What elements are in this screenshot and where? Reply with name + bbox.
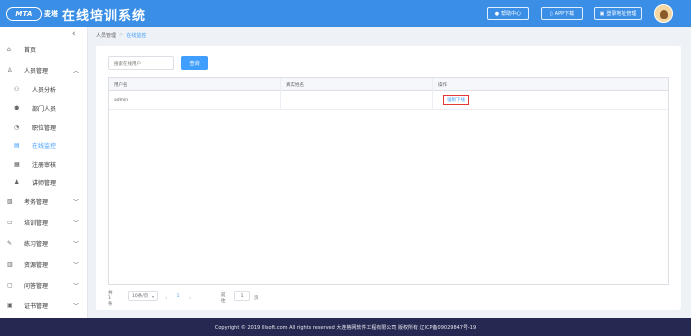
login-address-button[interactable]: ▣ 登录地址管理	[594, 7, 642, 20]
sidebar-item-label: 证书管理	[24, 303, 49, 310]
chevron-down-icon: ﹀	[73, 220, 80, 227]
help-center-button[interactable]: ● 帮助中心	[487, 7, 529, 20]
page-size-value: 10条/页	[132, 294, 149, 299]
resource-icon: ▥	[7, 261, 13, 268]
goto-label: 前往	[221, 293, 226, 304]
footer: Copyright © 2019 lllsoft.com All rights …	[0, 318, 691, 336]
sidebar-item-label: 人员管理	[24, 68, 49, 75]
breadcrumb-parent[interactable]: 人员管理	[96, 32, 116, 39]
sidebar: ‹ ⌂ 首页 ♙ 人员管理 ︿ ⚇ 人员分析 ⚉ 部门人员 ◔ 职位管理 ▤ 在…	[0, 27, 88, 318]
position-icon: ◔	[14, 124, 20, 131]
monitor-icon: ▤	[14, 142, 20, 149]
certificate-icon: ▣	[7, 302, 13, 309]
qa-icon: ▢	[7, 282, 13, 289]
avatar[interactable]	[654, 4, 673, 23]
chevron-down-icon: ﹀	[73, 241, 80, 248]
page-number-current[interactable]: 1	[173, 291, 183, 301]
next-page-icon[interactable]: ›	[189, 295, 191, 302]
login-address-label: 登录地址管理	[606, 11, 637, 17]
sidebar-item-label: 人员分析	[32, 87, 57, 94]
chevron-down-icon: ﹀	[73, 262, 80, 269]
cell-realname	[281, 91, 433, 110]
sidebar-item-label: 练习管理	[24, 241, 49, 248]
copyright-text: Copyright © 2019 lllsoft.com All rights …	[214, 324, 477, 331]
sidebar-item-practice[interactable]: ✎ 练习管理 ﹀	[0, 235, 88, 252]
sidebar-item-personnel-analysis[interactable]: ⚇ 人员分析	[0, 81, 88, 98]
cell-username: admin	[114, 98, 129, 103]
sidebar-item-label: 问答管理	[24, 283, 49, 290]
practice-icon: ✎	[7, 240, 13, 247]
breadcrumb-current: 在线监控	[126, 33, 147, 39]
prev-page-icon[interactable]: ‹	[165, 295, 167, 302]
chevron-down-icon: ﹀	[73, 199, 80, 206]
teacher-icon: ♟	[14, 179, 20, 186]
avatar-figure	[660, 10, 668, 19]
sidebar-item-exam[interactable]: ▧ 考务管理 ﹀	[0, 193, 88, 210]
goto-page-input[interactable]: 1	[234, 291, 250, 301]
user-icon: ♙	[7, 67, 13, 74]
audit-icon: ▦	[14, 161, 20, 168]
online-users-table: 用户名 真实姓名 操作 admin 强制下线	[108, 77, 669, 285]
column-header-realname: 真实姓名	[286, 82, 304, 88]
breadcrumb: 人员管理 > 在线监控	[96, 32, 146, 39]
query-button[interactable]: 查询	[181, 56, 208, 70]
sidebar-item-label: 讲师管理	[32, 180, 57, 187]
column-header-username: 用户名	[114, 82, 128, 88]
users-icon: ⚉	[14, 105, 20, 112]
breadcrumb-separator: >	[119, 32, 124, 38]
help-circle-icon: ●	[494, 10, 500, 17]
link-icon: ▣	[599, 10, 605, 17]
sidebar-item-registration-audit[interactable]: ▦ 注册审核	[0, 156, 88, 173]
search-input[interactable]	[108, 56, 174, 70]
app-title: 在线培训系统	[62, 9, 147, 24]
chevron-down-icon: ﹀	[73, 283, 80, 290]
sidebar-item-training[interactable]: ▭ 培训管理 ﹀	[0, 214, 88, 231]
sidebar-item-label: 职位管理	[32, 125, 57, 132]
help-center-label: 帮助中心	[501, 11, 522, 17]
training-icon: ▭	[7, 219, 13, 226]
org-icon: ⚇	[14, 86, 20, 93]
app-download-button[interactable]: ▯ APP下载	[541, 7, 583, 20]
logo[interactable]: MTA 麦塔	[6, 6, 58, 21]
chevron-down-icon: ▾	[151, 293, 154, 299]
sidebar-item-label: 部门人员	[32, 106, 57, 113]
mobile-icon: ▯	[549, 10, 553, 17]
top-header: MTA 麦塔 在线培训系统 ● 帮助中心 ▯ APP下载 ▣ 登录地址管理	[0, 0, 691, 27]
chevron-down-icon: ﹀	[73, 303, 80, 310]
exam-icon: ▧	[7, 198, 13, 205]
table-row: admin 强制下线	[109, 91, 668, 110]
force-logout-button[interactable]: 强制下线	[443, 95, 469, 105]
sidebar-item-label: 首页	[24, 47, 37, 54]
sidebar-item-label: 在线监控	[32, 143, 57, 150]
column-header-action: 操作	[438, 82, 447, 88]
sidebar-item-personnel[interactable]: ♙ 人员管理 ︿	[0, 62, 88, 79]
logo-mark: MTA	[6, 6, 42, 21]
collapse-sidebar-icon[interactable]: ‹	[72, 29, 76, 39]
main-content: 查询 用户名 真实姓名 操作 admin 强制下线 共 1 条 10条/页 ▾ …	[96, 46, 681, 310]
chevron-up-icon: ︿	[73, 68, 80, 75]
table-header: 用户名 真实姓名 操作	[109, 78, 668, 91]
logo-cn-text: 麦塔	[44, 9, 58, 18]
app-download-label: APP下载	[554, 11, 575, 17]
sidebar-item-home[interactable]: ⌂ 首页	[0, 41, 88, 58]
sidebar-item-teacher[interactable]: ♟ 讲师管理	[0, 174, 88, 191]
sidebar-item-qa[interactable]: ▢ 问答管理 ﹀	[0, 277, 88, 294]
sidebar-item-certificate[interactable]: ▣ 证书管理 ﹀	[0, 297, 88, 314]
pagination-total: 共 1 条	[108, 290, 113, 307]
sidebar-item-department-staff[interactable]: ⚉ 部门人员	[0, 100, 88, 117]
sidebar-item-position[interactable]: ◔ 职位管理	[0, 119, 88, 136]
sidebar-item-label: 考务管理	[24, 199, 49, 206]
sidebar-item-label: 资源管理	[24, 262, 49, 269]
sidebar-item-online-monitor[interactable]: ▤ 在线监控	[0, 137, 88, 154]
page-size-select[interactable]: 10条/页 ▾	[128, 291, 158, 301]
sidebar-item-resource[interactable]: ▥ 资源管理 ﹀	[0, 256, 88, 273]
sidebar-item-label: 注册审核	[32, 162, 57, 169]
sidebar-item-label: 培训管理	[24, 220, 49, 227]
page-suffix-label: 页	[254, 296, 259, 301]
home-icon: ⌂	[7, 46, 11, 53]
